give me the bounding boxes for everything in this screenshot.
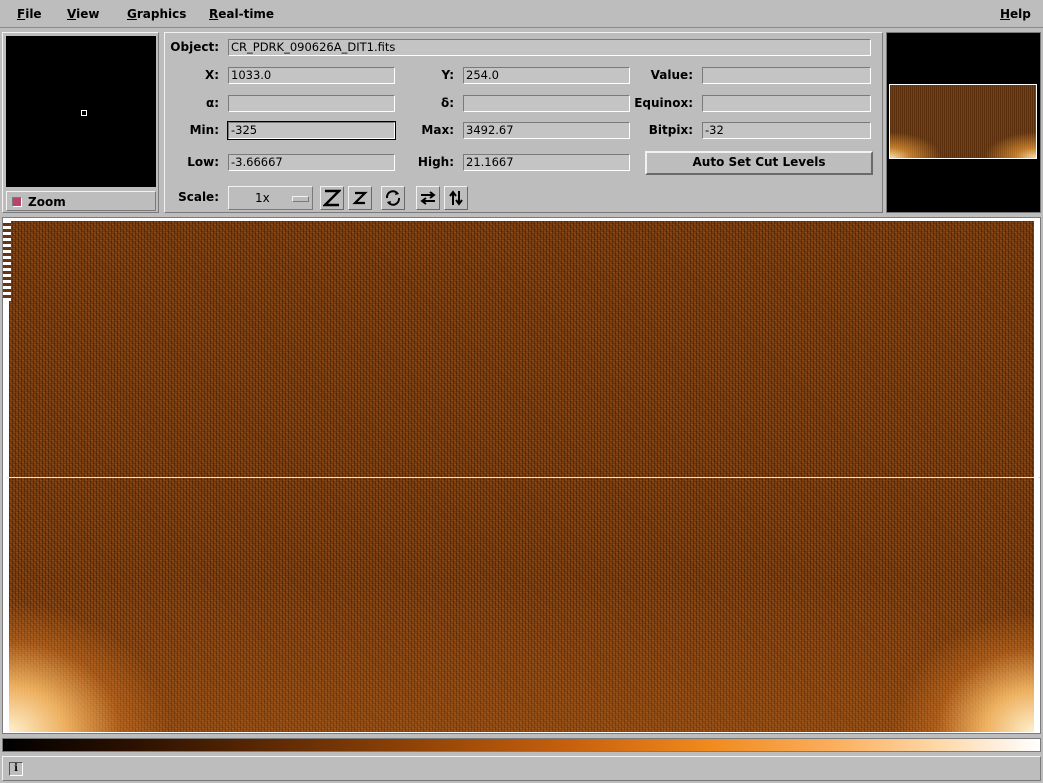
high-field[interactable]: 21.1667 [463, 154, 630, 171]
scale-label: Scale: [178, 190, 219, 204]
delta-field[interactable] [463, 95, 630, 112]
flip-x-button[interactable] [416, 186, 440, 210]
info-panel: Object: CR_PDRK_090626A_DIT1.fits X: 103… [164, 32, 883, 213]
min-label: Min: [189, 123, 219, 137]
value-field[interactable] [702, 67, 871, 84]
menu-realtime[interactable]: Real-time [209, 7, 274, 21]
bitpix-field[interactable]: -32 [702, 122, 871, 139]
zoom-out-button[interactable] [320, 186, 344, 210]
zoom-view[interactable] [6, 36, 156, 187]
menu-help[interactable]: Help [1000, 7, 1031, 21]
x-field[interactable]: 1033.0 [228, 67, 395, 84]
pan-panel[interactable] [886, 32, 1041, 213]
pan-image-thumbnail[interactable] [889, 84, 1037, 159]
delta-label: δ: [440, 96, 454, 110]
crosshair-marker-left [3, 475, 7, 479]
flip-y-icon [449, 190, 463, 206]
min-field[interactable]: -325 [227, 121, 396, 140]
image-edge-artifact [3, 221, 11, 301]
alpha-label: α: [205, 96, 219, 110]
zoom-in-icon [352, 191, 368, 205]
max-field[interactable]: 3492.67 [463, 122, 630, 139]
zoom-out-icon [323, 189, 341, 207]
zoom-in-button[interactable] [348, 186, 372, 210]
low-field[interactable]: -3.66667 [228, 154, 395, 171]
x-label: X: [204, 68, 219, 82]
bitpix-label: Bitpix: [648, 123, 693, 137]
scale-menu[interactable]: 1x [228, 186, 313, 210]
zoom-checkbox[interactable] [12, 197, 22, 207]
main-image-view[interactable] [2, 217, 1041, 734]
flip-x-icon [420, 191, 436, 205]
rotate-button[interactable] [381, 186, 405, 210]
menubar: File View Graphics Real-time Help [0, 0, 1043, 28]
alpha-field[interactable] [228, 95, 395, 112]
high-label: High: [417, 155, 454, 169]
object-label: Object: [170, 40, 219, 54]
menu-graphics[interactable]: Graphics [127, 7, 186, 21]
status-bar: i [2, 756, 1041, 781]
scale-value: 1x [255, 191, 270, 205]
equinox-field[interactable] [702, 95, 871, 112]
flip-y-button[interactable] [444, 186, 468, 210]
zoom-label: Zoom [28, 195, 66, 209]
crosshair-marker-right [1034, 475, 1038, 479]
max-label: Max: [421, 123, 454, 137]
auto-set-cut-levels-button[interactable]: Auto Set Cut Levels [645, 151, 873, 175]
menu-file[interactable]: File [17, 7, 42, 21]
equinox-label: Equinox: [634, 96, 693, 110]
y-field[interactable]: 254.0 [463, 67, 630, 84]
zoom-toggle[interactable]: Zoom [6, 191, 156, 211]
zoom-cursor-marker [81, 110, 87, 116]
y-label: Y: [441, 68, 454, 82]
crosshair-line [3, 477, 1040, 478]
info-icon: i [9, 762, 23, 776]
zoom-panel: Zoom [2, 32, 159, 213]
rotate-icon [385, 190, 401, 206]
menu-view[interactable]: View [67, 7, 99, 21]
low-label: Low: [187, 155, 219, 169]
value-label: Value: [650, 68, 693, 82]
option-menu-indicator-icon [292, 196, 309, 202]
object-field[interactable]: CR_PDRK_090626A_DIT1.fits [228, 39, 871, 56]
colorbar[interactable] [2, 738, 1041, 752]
